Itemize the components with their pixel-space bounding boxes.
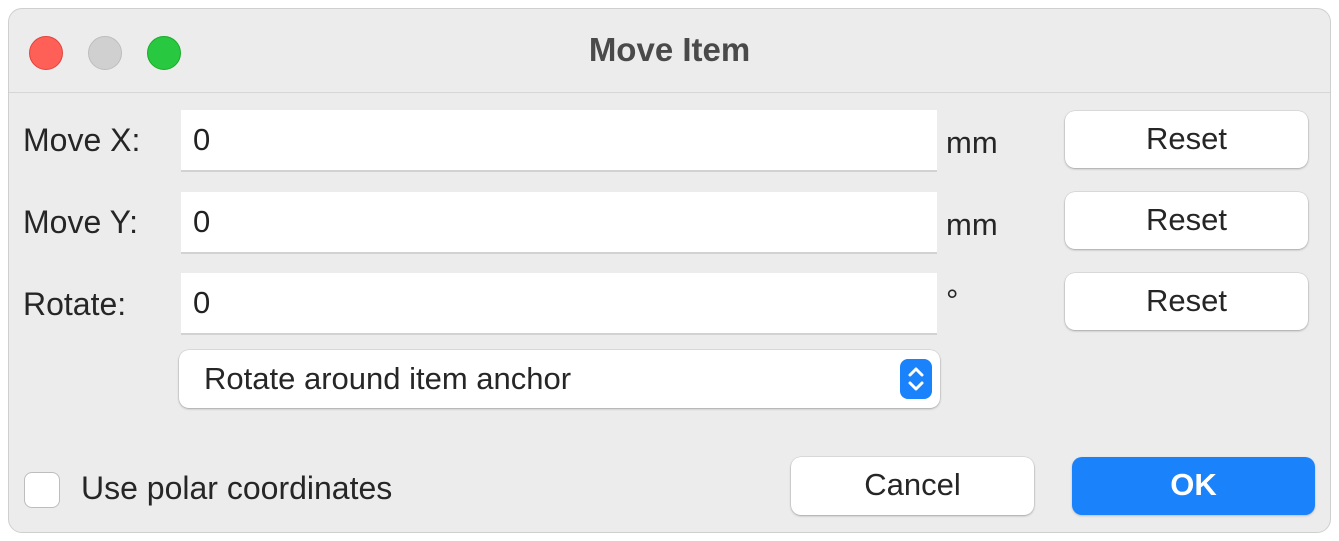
rotation-anchor-select[interactable]: Rotate around item anchor	[179, 350, 940, 408]
move-y-input[interactable]: 0	[181, 192, 937, 254]
move-x-unit: mm	[946, 125, 998, 160]
rotate-reset-button[interactable]: Reset	[1065, 273, 1308, 330]
window-title: Move Item	[588, 31, 751, 68]
rotate-unit: °	[946, 283, 959, 318]
move-x-label: Move X:	[23, 122, 141, 158]
polar-coordinates-label[interactable]: Use polar coordinates	[81, 470, 392, 507]
title-bar: Move Item	[9, 9, 1330, 93]
cancel-button[interactable]: Cancel	[791, 457, 1034, 515]
move-y-unit: mm	[946, 207, 998, 242]
move-y-label: Move Y:	[23, 204, 139, 240]
move-item-dialog: Move Item Move X: 0 mm Reset Move Y: 0 m…	[8, 8, 1331, 533]
ok-button[interactable]: OK	[1072, 457, 1315, 515]
rotation-anchor-selected: Rotate around item anchor	[204, 361, 572, 396]
rotate-label: Rotate:	[23, 286, 127, 322]
chevron-up-down-icon	[900, 359, 932, 399]
rotate-input[interactable]: 0	[181, 273, 937, 335]
move-x-reset-button[interactable]: Reset	[1065, 111, 1308, 168]
polar-coordinates-checkbox[interactable]	[24, 472, 60, 508]
move-x-input[interactable]: 0	[181, 110, 937, 172]
move-y-reset-button[interactable]: Reset	[1065, 192, 1308, 249]
